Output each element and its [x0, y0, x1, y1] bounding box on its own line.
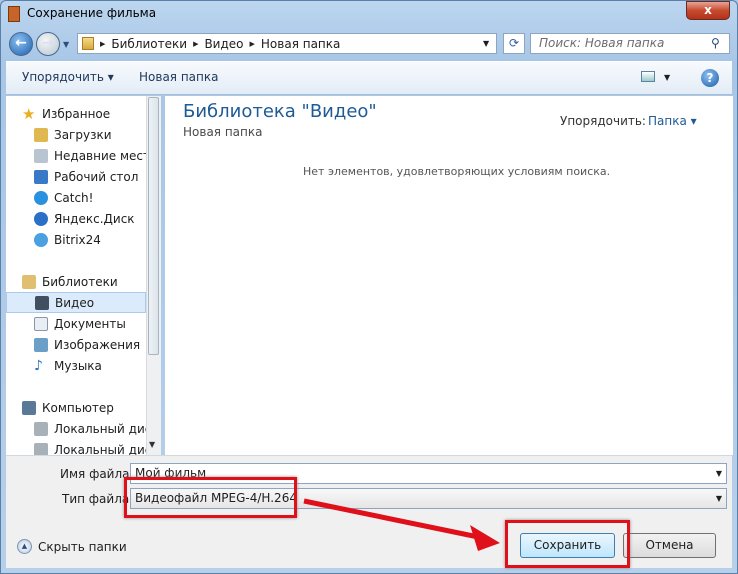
sidebar-item-local-disk[interactable]: Локальный диск — [6, 418, 146, 439]
help-button[interactable]: ? — [701, 69, 719, 87]
view-dropdown-icon[interactable]: ▼ — [664, 73, 670, 82]
pictures-icon — [34, 337, 48, 352]
documents-icon — [34, 316, 48, 331]
yandex-disk-icon — [34, 211, 48, 226]
arrow-head — [470, 525, 500, 551]
empty-message: Нет элементов, удовлетворяющих условиям … — [303, 165, 611, 178]
bitrix24-icon — [34, 232, 48, 247]
crumb-libraries[interactable]: Библиотеки — [111, 37, 187, 51]
downloads-icon — [34, 127, 48, 142]
disk-icon — [34, 421, 48, 436]
crumb-new-folder[interactable]: Новая папка — [261, 37, 340, 51]
address-dropdown-icon[interactable]: ▼ — [483, 39, 489, 48]
sidebar-item-pictures[interactable]: Изображения — [6, 334, 146, 355]
sidebar-item-video[interactable]: Видео — [6, 292, 146, 313]
crumb-video[interactable]: Видео — [204, 37, 243, 51]
sidebar-item-yandex-disk[interactable]: Яндекс.Диск — [6, 208, 146, 229]
highlight-box-filetype — [124, 477, 297, 518]
sidebar-item-desktop[interactable]: Рабочий стол — [6, 166, 146, 187]
libraries-icon — [22, 274, 36, 289]
desktop-icon — [34, 169, 48, 184]
arrange-dropdown[interactable]: Папка ▾ — [648, 114, 697, 128]
sidebar-item-local-disk-2[interactable]: Локальный диск — [6, 439, 146, 455]
recent-places-icon — [34, 148, 48, 163]
folder-icon — [82, 37, 94, 50]
sidebar-item-catch[interactable]: Catch! — [6, 187, 146, 208]
sidebar-item-documents[interactable]: Документы — [6, 313, 146, 334]
search-input[interactable]: Поиск: Новая папка — [530, 33, 730, 54]
chevron-right-icon[interactable]: ▶ — [250, 40, 255, 48]
cancel-button[interactable]: Отмена — [623, 533, 716, 558]
chevron-down-icon[interactable]: ▼ — [716, 489, 722, 508]
computer-icon — [22, 400, 36, 415]
chevron-down-icon[interactable]: ▼ — [716, 464, 722, 483]
hide-folders-button[interactable]: Скрыть папки — [38, 540, 127, 554]
new-folder-button[interactable]: Новая папка — [139, 70, 218, 84]
sidebar-group-favorites[interactable]: ★ Избранное — [6, 103, 146, 124]
arrow-shaft — [303, 498, 489, 542]
sidebar-item-bitrix24[interactable]: Bitrix24 — [6, 229, 146, 250]
library-subtitle: Новая папка — [183, 125, 263, 139]
forward-button[interactable]: → — [36, 32, 60, 56]
star-icon: ★ — [22, 104, 36, 123]
sidebar-item-downloads[interactable]: Загрузки — [6, 124, 146, 145]
disk-icon — [34, 442, 48, 455]
sidebar-group-computer[interactable]: Компьютер — [6, 397, 146, 418]
highlight-box-save — [505, 520, 630, 568]
catch-icon — [34, 190, 48, 205]
address-bar[interactable]: ▶ Библиотеки ▶ Видео ▶ Новая папка — [77, 33, 497, 54]
video-icon — [35, 295, 49, 310]
filetype-label: Тип файла: — [62, 492, 134, 506]
sidebar-item-recent[interactable]: Недавние места — [6, 145, 146, 166]
close-button[interactable]: x — [686, 1, 730, 20]
scroll-down-icon[interactable]: ▼ — [149, 440, 155, 449]
sidebar-item-music[interactable]: ♪ Музыка — [6, 355, 146, 376]
file-list — [165, 96, 733, 455]
filename-label: Имя файла: — [60, 467, 134, 481]
red-arrow — [303, 498, 500, 551]
history-dropdown-icon[interactable]: ▼ — [63, 40, 69, 49]
chevron-right-icon[interactable]: ▶ — [100, 40, 105, 48]
film-icon — [8, 6, 20, 22]
chevron-right-icon[interactable]: ▶ — [193, 40, 198, 48]
arrange-label: Упорядочить: — [560, 114, 646, 128]
sidebar-scroll-thumb[interactable] — [148, 97, 159, 355]
sidebar-group-libraries[interactable]: Библиотеки — [6, 271, 146, 292]
view-icon[interactable] — [641, 71, 655, 82]
library-title: Библиотека "Видео" — [183, 101, 377, 122]
hide-folders-icon[interactable]: ▲ — [17, 539, 32, 554]
navigation-pane: ★Избранное Загрузки Недавние места Рабоч… — [6, 96, 146, 455]
toolbar — [6, 61, 732, 95]
music-icon: ♪ — [34, 357, 43, 374]
window-title: Сохранение фильма — [27, 6, 157, 20]
search-icon[interactable]: ⚲ — [711, 36, 720, 50]
back-button[interactable]: ← — [9, 32, 33, 56]
refresh-button[interactable]: ⟳ — [503, 33, 525, 54]
organize-button[interactable]: Упорядочить ▾ — [22, 70, 114, 84]
